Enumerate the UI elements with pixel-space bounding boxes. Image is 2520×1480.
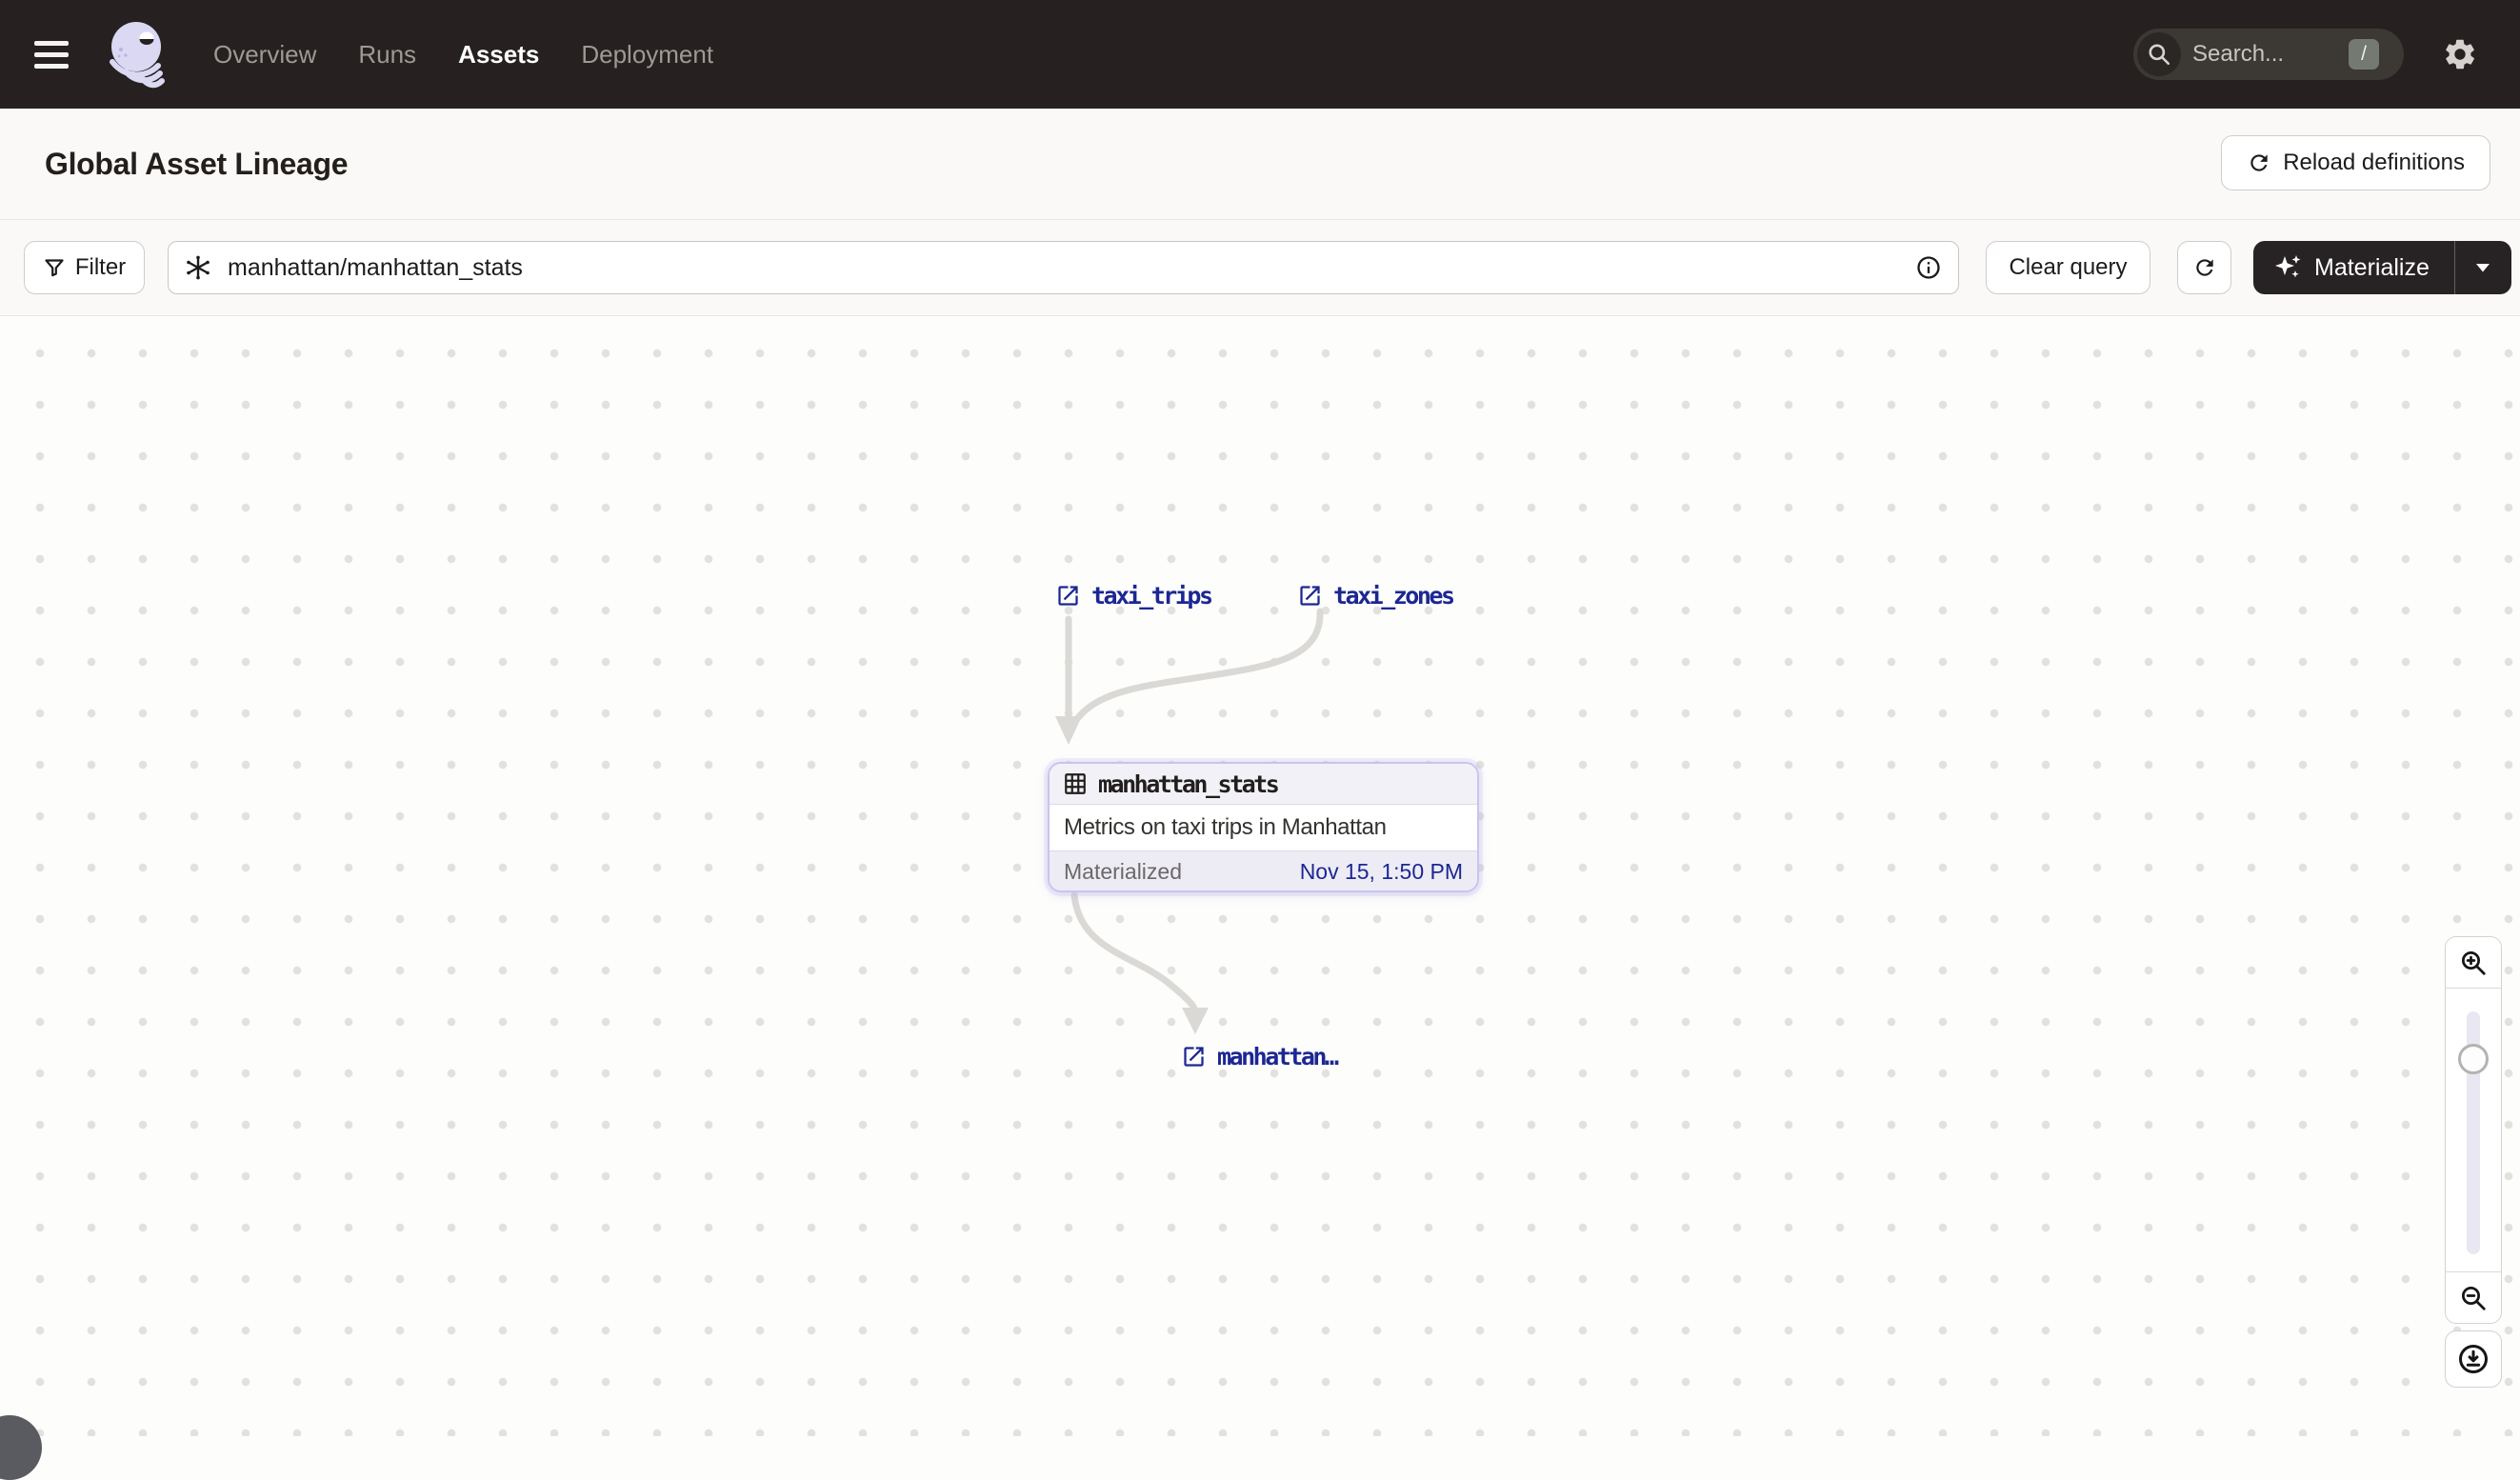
download-center-icon <box>2459 1345 2488 1373</box>
nav-item-assets[interactable]: Assets <box>458 40 539 70</box>
sparkles-icon <box>2274 253 2303 282</box>
reload-definitions-label: Reload definitions <box>2283 150 2465 175</box>
zoom-controls-panel <box>2445 936 2502 1324</box>
refresh-icon <box>2195 259 2213 276</box>
table-icon <box>1065 773 1086 794</box>
search-icon <box>2137 32 2181 76</box>
asset-node-label: taxi_zones <box>1333 582 1455 610</box>
asset-node-label: manhattan… <box>1217 1043 1339 1070</box>
zoom-in-icon <box>2462 950 2486 975</box>
filter-label: Filter <box>74 254 127 280</box>
materialize-dropdown-button[interactable] <box>2453 241 2511 294</box>
asset-selection-input[interactable] <box>168 241 1959 294</box>
page-header: Global Asset Lineage Reload definitions <box>0 109 2520 220</box>
asset-graph-icon <box>185 254 211 281</box>
settings-gear-icon[interactable] <box>2442 36 2478 72</box>
caret-down-icon <box>2476 264 2490 272</box>
reload-icon <box>2247 150 2271 175</box>
zoom-in-button[interactable] <box>2446 937 2501 989</box>
asset-node-taxi-zones[interactable]: taxi_zones <box>1297 582 1455 610</box>
zoom-out-button[interactable] <box>2446 1271 2501 1323</box>
materialized-timestamp-link[interactable]: Nov 15, 1:50 PM <box>1300 859 1463 885</box>
asset-node-taxi-trips[interactable]: taxi_trips <box>1055 582 1213 610</box>
materialize-split-button: Materialize <box>2253 241 2511 294</box>
nav-item-overview[interactable]: Overview <box>213 40 316 70</box>
zoom-out-icon <box>2462 1286 2486 1310</box>
refresh-graph-button[interactable] <box>2177 241 2231 294</box>
dagster-logo[interactable] <box>105 18 171 90</box>
nav-item-deployment[interactable]: Deployment <box>581 40 713 70</box>
lineage-canvas[interactable]: taxi_trips taxi_zones manhattan_stats Me… <box>0 316 2520 1480</box>
asset-card-manhattan-stats[interactable]: manhattan_stats Metrics on taxi trips in… <box>1048 762 1479 892</box>
materialized-status-label: Materialized <box>1064 858 1182 884</box>
page-title: Global Asset Lineage <box>45 146 349 181</box>
funnel-icon <box>43 256 66 279</box>
external-link-icon <box>1300 586 1320 606</box>
asset-card-header: manhattan_stats <box>1050 764 1477 805</box>
center-view-button[interactable] <box>2445 1330 2502 1388</box>
asset-card-footer: Materialized Nov 15, 1:50 PM <box>1050 850 1477 890</box>
lineage-toolbar: Filter Clear query <box>0 220 2520 316</box>
search-input[interactable] <box>2192 41 2335 68</box>
query-info-icon[interactable] <box>1915 254 1942 281</box>
reload-definitions-button[interactable]: Reload definitions <box>2221 135 2490 190</box>
asset-card-description: Metrics on taxi trips in Manhattan <box>1050 805 1477 850</box>
materialize-button[interactable]: Materialize <box>2253 241 2454 294</box>
top-navbar: Overview Runs Assets Deployment / <box>0 0 2520 109</box>
hamburger-menu-button[interactable] <box>34 35 80 73</box>
filter-button[interactable]: Filter <box>24 241 145 294</box>
clear-query-button[interactable]: Clear query <box>1986 241 2150 294</box>
primary-nav: Overview Runs Assets Deployment <box>213 40 713 70</box>
asset-node-manhattan-downstream[interactable]: manhattan… <box>1181 1043 1339 1070</box>
external-link-icon <box>1058 586 1078 606</box>
zoom-slider[interactable] <box>2446 989 2501 1271</box>
asset-node-label: taxi_trips <box>1091 582 1213 610</box>
clear-query-label: Clear query <box>2009 254 2128 280</box>
global-search[interactable]: / <box>2133 29 2404 80</box>
asset-card-title: manhattan_stats <box>1098 770 1280 798</box>
asset-query-wrapper <box>168 241 1959 294</box>
zoom-slider-handle[interactable] <box>2458 1044 2489 1074</box>
nav-item-runs[interactable]: Runs <box>358 40 416 70</box>
search-shortcut-badge: / <box>2349 39 2379 70</box>
external-link-icon <box>1184 1047 1204 1067</box>
materialize-label: Materialize <box>2314 253 2430 281</box>
